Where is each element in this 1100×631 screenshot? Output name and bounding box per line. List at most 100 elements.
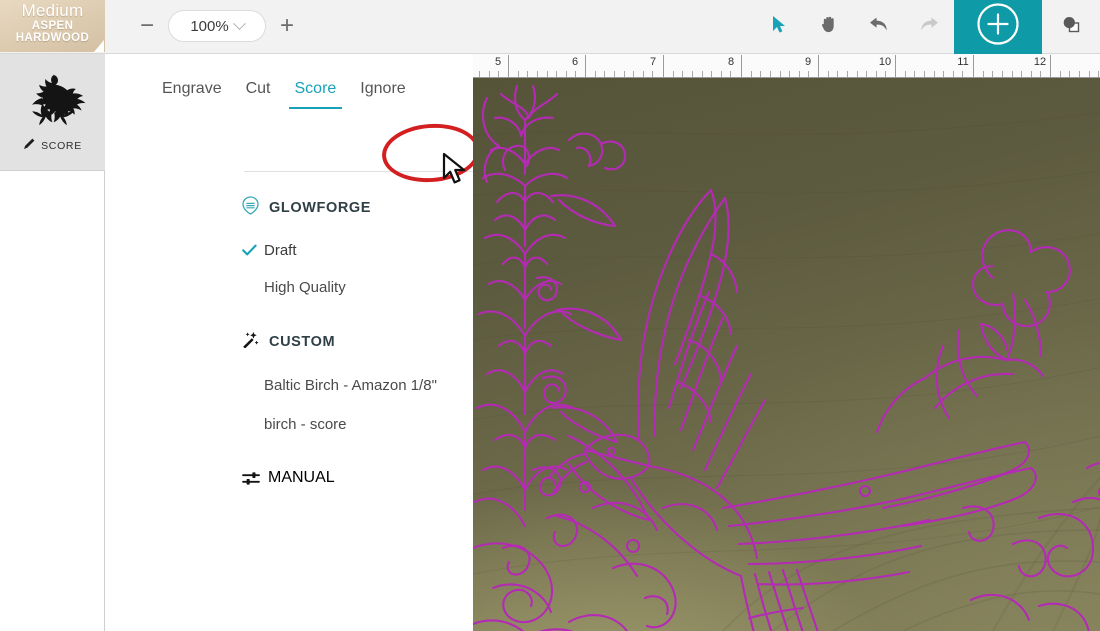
ruler-tick-label: 5: [494, 56, 502, 68]
ruler-minor-tick: [691, 71, 693, 77]
tab-cut[interactable]: Cut: [234, 80, 283, 109]
ruler-minor-tick: [1098, 71, 1100, 77]
ruler-minor-tick: [672, 71, 674, 77]
section-title-manual: MANUAL: [268, 469, 335, 486]
hummingbird-ornament-thumbnail: [14, 69, 92, 131]
ruler-minor-tick: [837, 71, 839, 77]
ruler-minor-tick: [904, 71, 906, 77]
check-icon: [242, 244, 264, 257]
glowforge-app-window: Medium ASPEN HARDWOOD − 100% + SCORE Eng…: [0, 0, 1100, 631]
ruler-minor-tick: [652, 71, 654, 77]
ruler-minor-tick: [1040, 71, 1042, 77]
ruler-minor-tick: [604, 71, 606, 77]
add-artwork-button[interactable]: [954, 0, 1042, 54]
option-label-baltic-birch: Baltic Birch - Amazon 1/8": [264, 376, 437, 394]
ruler-major-tick: [741, 55, 742, 77]
ruler-minor-tick: [536, 71, 538, 77]
ruler-minor-tick: [943, 71, 945, 77]
ruler-minor-tick: [779, 71, 781, 77]
sliders-icon: [242, 471, 268, 486]
zoom-level-value: 100%: [190, 17, 229, 35]
ruler-minor-tick: [1001, 71, 1003, 77]
ruler-minor-tick: [992, 71, 994, 77]
ruler-tick-label: 7: [649, 56, 657, 68]
chevron-down-icon: [232, 16, 246, 30]
material-selector-chip[interactable]: Medium ASPEN HARDWOOD: [0, 0, 105, 52]
option-label-birch-score: birch - score: [264, 415, 347, 433]
artwork-operation-name: SCORE: [41, 140, 82, 152]
ruler-minor-tick: [1059, 71, 1061, 77]
pan-tool-button[interactable]: [804, 0, 854, 53]
zoom-level-dropdown[interactable]: 100%: [168, 10, 266, 42]
artwork-list-item[interactable]: SCORE: [0, 54, 105, 171]
ruler-minor-tick: [517, 71, 519, 77]
ruler-minor-tick: [720, 71, 722, 77]
ruler-minor-tick: [527, 71, 529, 77]
select-tool-button[interactable]: [754, 0, 804, 53]
ruler-minor-tick: [711, 71, 713, 77]
ruler-minor-tick: [952, 71, 954, 77]
material-size-label: Medium: [21, 1, 84, 20]
ruler-minor-tick: [789, 71, 791, 77]
artwork-operation-label: SCORE: [23, 137, 82, 155]
material-name-line2: HARDWOOD: [15, 31, 90, 44]
tab-engrave[interactable]: Engrave: [150, 80, 234, 109]
ruler-minor-tick: [1011, 71, 1013, 77]
redo-arrow-icon: [918, 15, 940, 39]
ruler-minor-tick: [856, 71, 858, 77]
ruler-minor-tick: [556, 71, 558, 77]
annotation-highlight-ellipse: [380, 120, 482, 186]
section-header-glowforge: GLOWFORGE: [242, 196, 371, 220]
magic-wand-icon: [242, 331, 259, 353]
ruler-tick-label: 6: [571, 56, 579, 68]
hand-icon: [820, 15, 839, 39]
horizontal-ruler[interactable]: 5 6 7 8 9 10 11 12: [473, 54, 1100, 78]
ruler-minor-tick: [750, 71, 752, 77]
tab-score[interactable]: Score: [283, 80, 349, 109]
ruler-major-tick: [895, 55, 896, 77]
top-toolbar: Medium ASPEN HARDWOOD − 100% +: [0, 0, 1100, 54]
ruler-major-tick: [973, 55, 974, 77]
ruler-minor-tick: [682, 71, 684, 77]
section-title-glowforge: GLOWFORGE: [269, 200, 372, 216]
ruler-minor-tick: [623, 71, 625, 77]
ruler-minor-tick: [546, 71, 548, 77]
operation-tabs: Engrave Cut Score Ignore: [106, 54, 473, 109]
shapes-tool-button[interactable]: [1042, 0, 1100, 53]
hummingbird-floral-ornament-artwork[interactable]: [473, 78, 1100, 631]
redo-tool-button[interactable]: [904, 0, 954, 53]
section-title-custom: CUSTOM: [269, 334, 336, 350]
ruler-minor-tick: [730, 71, 732, 77]
ruler-minor-tick: [914, 71, 916, 77]
material-bed-canvas[interactable]: [473, 78, 1100, 631]
ruler-tick-label: 11: [957, 56, 969, 68]
ruler-minor-tick: [701, 71, 703, 77]
option-label-high-quality: High Quality: [264, 278, 346, 296]
ruler-minor-tick: [982, 71, 984, 77]
toolbar-tool-group: [754, 0, 1100, 54]
ruler-minor-tick: [769, 71, 771, 77]
ruler-minor-tick: [594, 71, 596, 77]
ruler-minor-tick: [1078, 71, 1080, 77]
ruler-minor-tick: [808, 71, 810, 77]
ruler-minor-tick: [613, 71, 615, 77]
plus-circle-icon: [976, 2, 1020, 51]
ruler-minor-tick: [798, 71, 800, 77]
tab-ignore[interactable]: Ignore: [348, 80, 417, 109]
ruler-minor-tick: [642, 71, 644, 77]
glowforge-logo-icon: [242, 196, 259, 220]
ruler-minor-tick: [760, 71, 762, 77]
ruler-minor-tick: [498, 71, 500, 77]
ruler-minor-tick: [846, 71, 848, 77]
ruler-minor-tick: [875, 71, 877, 77]
zoom-in-button[interactable]: +: [272, 10, 302, 42]
zoom-controls: − 100% +: [132, 10, 302, 42]
option-label-draft: Draft: [264, 241, 297, 259]
zoom-out-button[interactable]: −: [132, 10, 162, 42]
undo-tool-button[interactable]: [854, 0, 904, 53]
cursor-arrow-icon: [771, 15, 788, 39]
ruler-minor-tick: [885, 71, 887, 77]
ruler-minor-tick: [565, 71, 567, 77]
pencil-icon: [23, 137, 36, 155]
ruler-major-tick: [508, 55, 509, 77]
